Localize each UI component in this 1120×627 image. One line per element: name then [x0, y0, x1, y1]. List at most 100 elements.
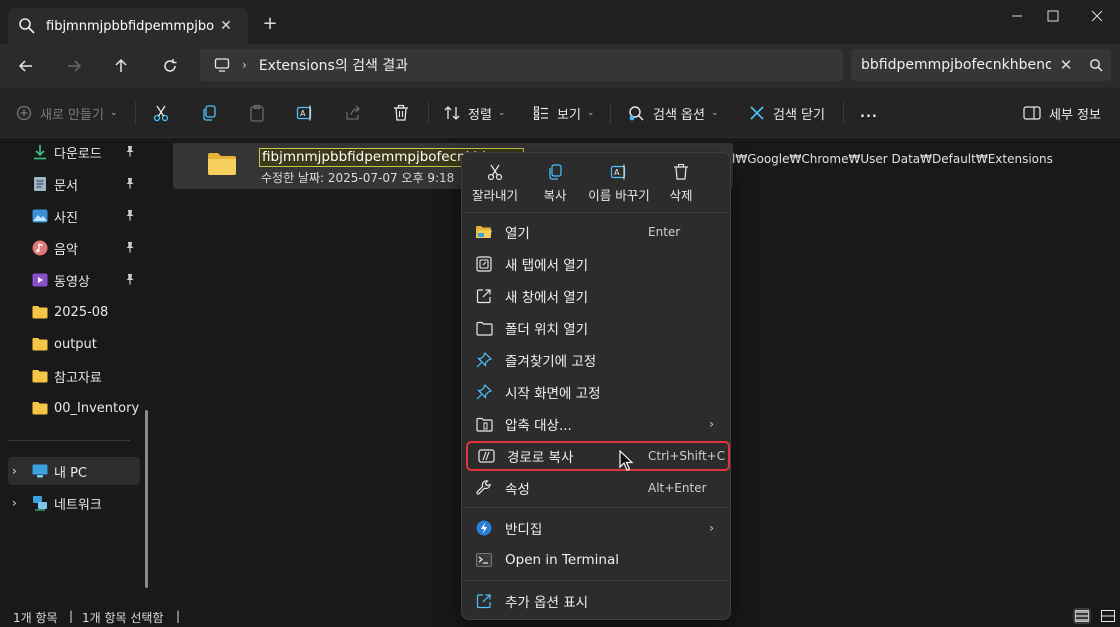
menu-item-bandizip[interactable]: 반디집 › [466, 513, 728, 543]
context-cut-button[interactable]: 잘라내기 [464, 163, 526, 207]
details-view-icon[interactable] [1073, 608, 1091, 624]
menu-item-properties[interactable]: 속성 Alt+Enter [466, 473, 728, 503]
pin-icon [124, 241, 136, 257]
sidebar-item-this-pc[interactable]: › 내 PC [8, 457, 140, 485]
download-icon [32, 144, 48, 160]
tiles-view-icon[interactable] [1099, 608, 1117, 624]
menu-item-compress[interactable]: 압축 대상... › [466, 409, 728, 439]
folder-icon [32, 400, 48, 416]
sidebar-item-documents[interactable]: 문서 [8, 170, 140, 198]
menu-item-open-new-tab[interactable]: 새 탭에서 열기 [466, 249, 728, 279]
cut-button[interactable] [152, 100, 178, 126]
tab-active[interactable]: fibjmnmjpbbfidpemmpjbofecnkhbeno ✕ [8, 8, 248, 44]
sidebar-item-pictures[interactable]: 사진 [8, 202, 140, 230]
maximize-button[interactable] [1030, 0, 1076, 32]
menu-item-label: 폴더 위치 열기 [505, 322, 589, 338]
more-options-icon [475, 592, 493, 610]
menu-item-label: 열기 [505, 226, 530, 242]
menu-item-show-more-options[interactable]: 추가 옵션 표시 [466, 586, 728, 616]
sort-button[interactable]: 정렬 ⌄ [444, 100, 505, 126]
forward-button[interactable] [58, 52, 90, 80]
details-button[interactable]: 세부 정보 [1023, 100, 1101, 126]
pin-icon [475, 351, 493, 369]
menu-item-open-folder-location[interactable]: 폴더 위치 열기 [466, 313, 728, 343]
sidebar-item-label: 내 PC [54, 465, 88, 481]
menu-item-copy-as-path[interactable]: 경로로 복사 Ctrl+Shift+C [466, 441, 730, 471]
pin-icon [124, 145, 136, 161]
sidebar-scrollbar[interactable] [145, 410, 148, 588]
sidebar-item-folder-output[interactable]: output [8, 330, 140, 358]
close-search-label: 검색 닫기 [773, 107, 825, 123]
paste-button[interactable] [248, 100, 274, 126]
chevron-down-icon: ⌄ [109, 108, 118, 118]
context-copy-label: 복사 [543, 188, 567, 203]
menu-item-shortcut: Ctrl+Shift+C [648, 449, 726, 463]
divider [135, 102, 136, 124]
new-tab-button[interactable]: + [258, 12, 282, 36]
chevron-down-icon: ⌄ [710, 108, 719, 118]
pin-icon [475, 383, 493, 401]
menu-divider [462, 507, 730, 508]
chevron-right-icon[interactable]: › [12, 496, 17, 510]
sidebar-item-music[interactable]: 음악 [8, 234, 140, 262]
search-input-value[interactable]: bbfidpemmpjbofecnkhbeno [861, 57, 1051, 73]
view-list-icon [533, 106, 548, 121]
sidebar-item-videos[interactable]: 동영상 [8, 266, 140, 294]
status-separator: | [69, 609, 74, 623]
menu-item-label: 경로로 복사 [507, 450, 574, 466]
share-button[interactable] [344, 100, 370, 126]
address-field[interactable]: › Extensions의 검색 결과 [200, 49, 843, 81]
search-icon[interactable] [1081, 58, 1111, 72]
bandizip-icon [475, 519, 493, 537]
menu-item-open-new-window[interactable]: 새 창에서 열기 [466, 281, 728, 311]
chevron-down-icon: ⌄ [497, 108, 506, 118]
sidebar-item-folder-inventory[interactable]: 00_Inventory [8, 394, 140, 422]
new-button[interactable]: 새로 만들기 ⌄ [16, 100, 117, 126]
delete-button[interactable] [392, 100, 418, 126]
computer-icon [32, 463, 48, 479]
refresh-button[interactable] [154, 52, 186, 80]
menu-item-pin-start[interactable]: 시작 화면에 고정 [466, 377, 728, 407]
chevron-right-icon[interactable]: › [12, 464, 17, 478]
up-button[interactable] [105, 52, 137, 80]
copy-button[interactable] [200, 100, 226, 126]
new-tab-icon [475, 255, 493, 273]
sidebar-item-folder-2025-08[interactable]: 2025-08 [8, 298, 140, 326]
close-window-button[interactable] [1074, 0, 1120, 32]
context-delete-button[interactable]: 삭제 [650, 163, 712, 207]
rename-button[interactable]: A [296, 100, 322, 126]
view-button[interactable]: 보기 ⌄ [533, 100, 594, 126]
clear-search-icon[interactable]: ✕ [1051, 56, 1081, 74]
sidebar-item-label: 00_Inventory [54, 400, 140, 416]
sidebar-item-label: 2025-08 [54, 304, 109, 320]
menu-item-open-terminal[interactable]: Open in Terminal [466, 545, 728, 575]
breadcrumb-chevron-icon[interactable]: › [242, 58, 247, 72]
clipboard-icon [250, 104, 264, 122]
menu-divider [462, 580, 730, 581]
context-delete-label: 삭제 [669, 188, 693, 203]
zip-icon [475, 415, 493, 433]
context-rename-button[interactable]: A 이름 바꾸기 [584, 163, 654, 207]
share-icon [346, 105, 360, 120]
sidebar-item-downloads[interactable]: 다운로드 [8, 138, 140, 166]
search-options-icon [629, 106, 644, 121]
pin-icon [124, 273, 136, 289]
pictures-icon [32, 208, 48, 224]
more-button[interactable]: ... [860, 100, 878, 126]
tab-close-icon[interactable]: ✕ [214, 18, 238, 34]
back-button[interactable] [10, 52, 42, 80]
more-label: ... [860, 105, 878, 121]
search-input[interactable]: bbfidpemmpjbofecnkhbeno ✕ [851, 49, 1111, 81]
details-label: 세부 정보 [1049, 107, 1101, 123]
sidebar-item-network[interactable]: › 네트워크 [8, 489, 140, 517]
search-options-button[interactable]: 검색 옵션 ⌄ [627, 100, 719, 126]
menu-item-shortcut: Alt+Enter [648, 481, 707, 495]
breadcrumb[interactable]: Extensions의 검색 결과 [259, 55, 408, 75]
menu-item-open[interactable]: 열기 Enter [466, 217, 728, 247]
sidebar-item-folder-references[interactable]: 참고자료 [8, 362, 140, 390]
close-search-button[interactable]: 검색 닫기 [749, 100, 825, 126]
context-copy-button[interactable]: 복사 [524, 163, 586, 207]
menu-item-pin-quick-access[interactable]: 즐겨찾기에 고정 [466, 345, 728, 375]
sidebar-item-label: 동영상 [54, 274, 90, 290]
details-pane-icon [1023, 106, 1041, 120]
